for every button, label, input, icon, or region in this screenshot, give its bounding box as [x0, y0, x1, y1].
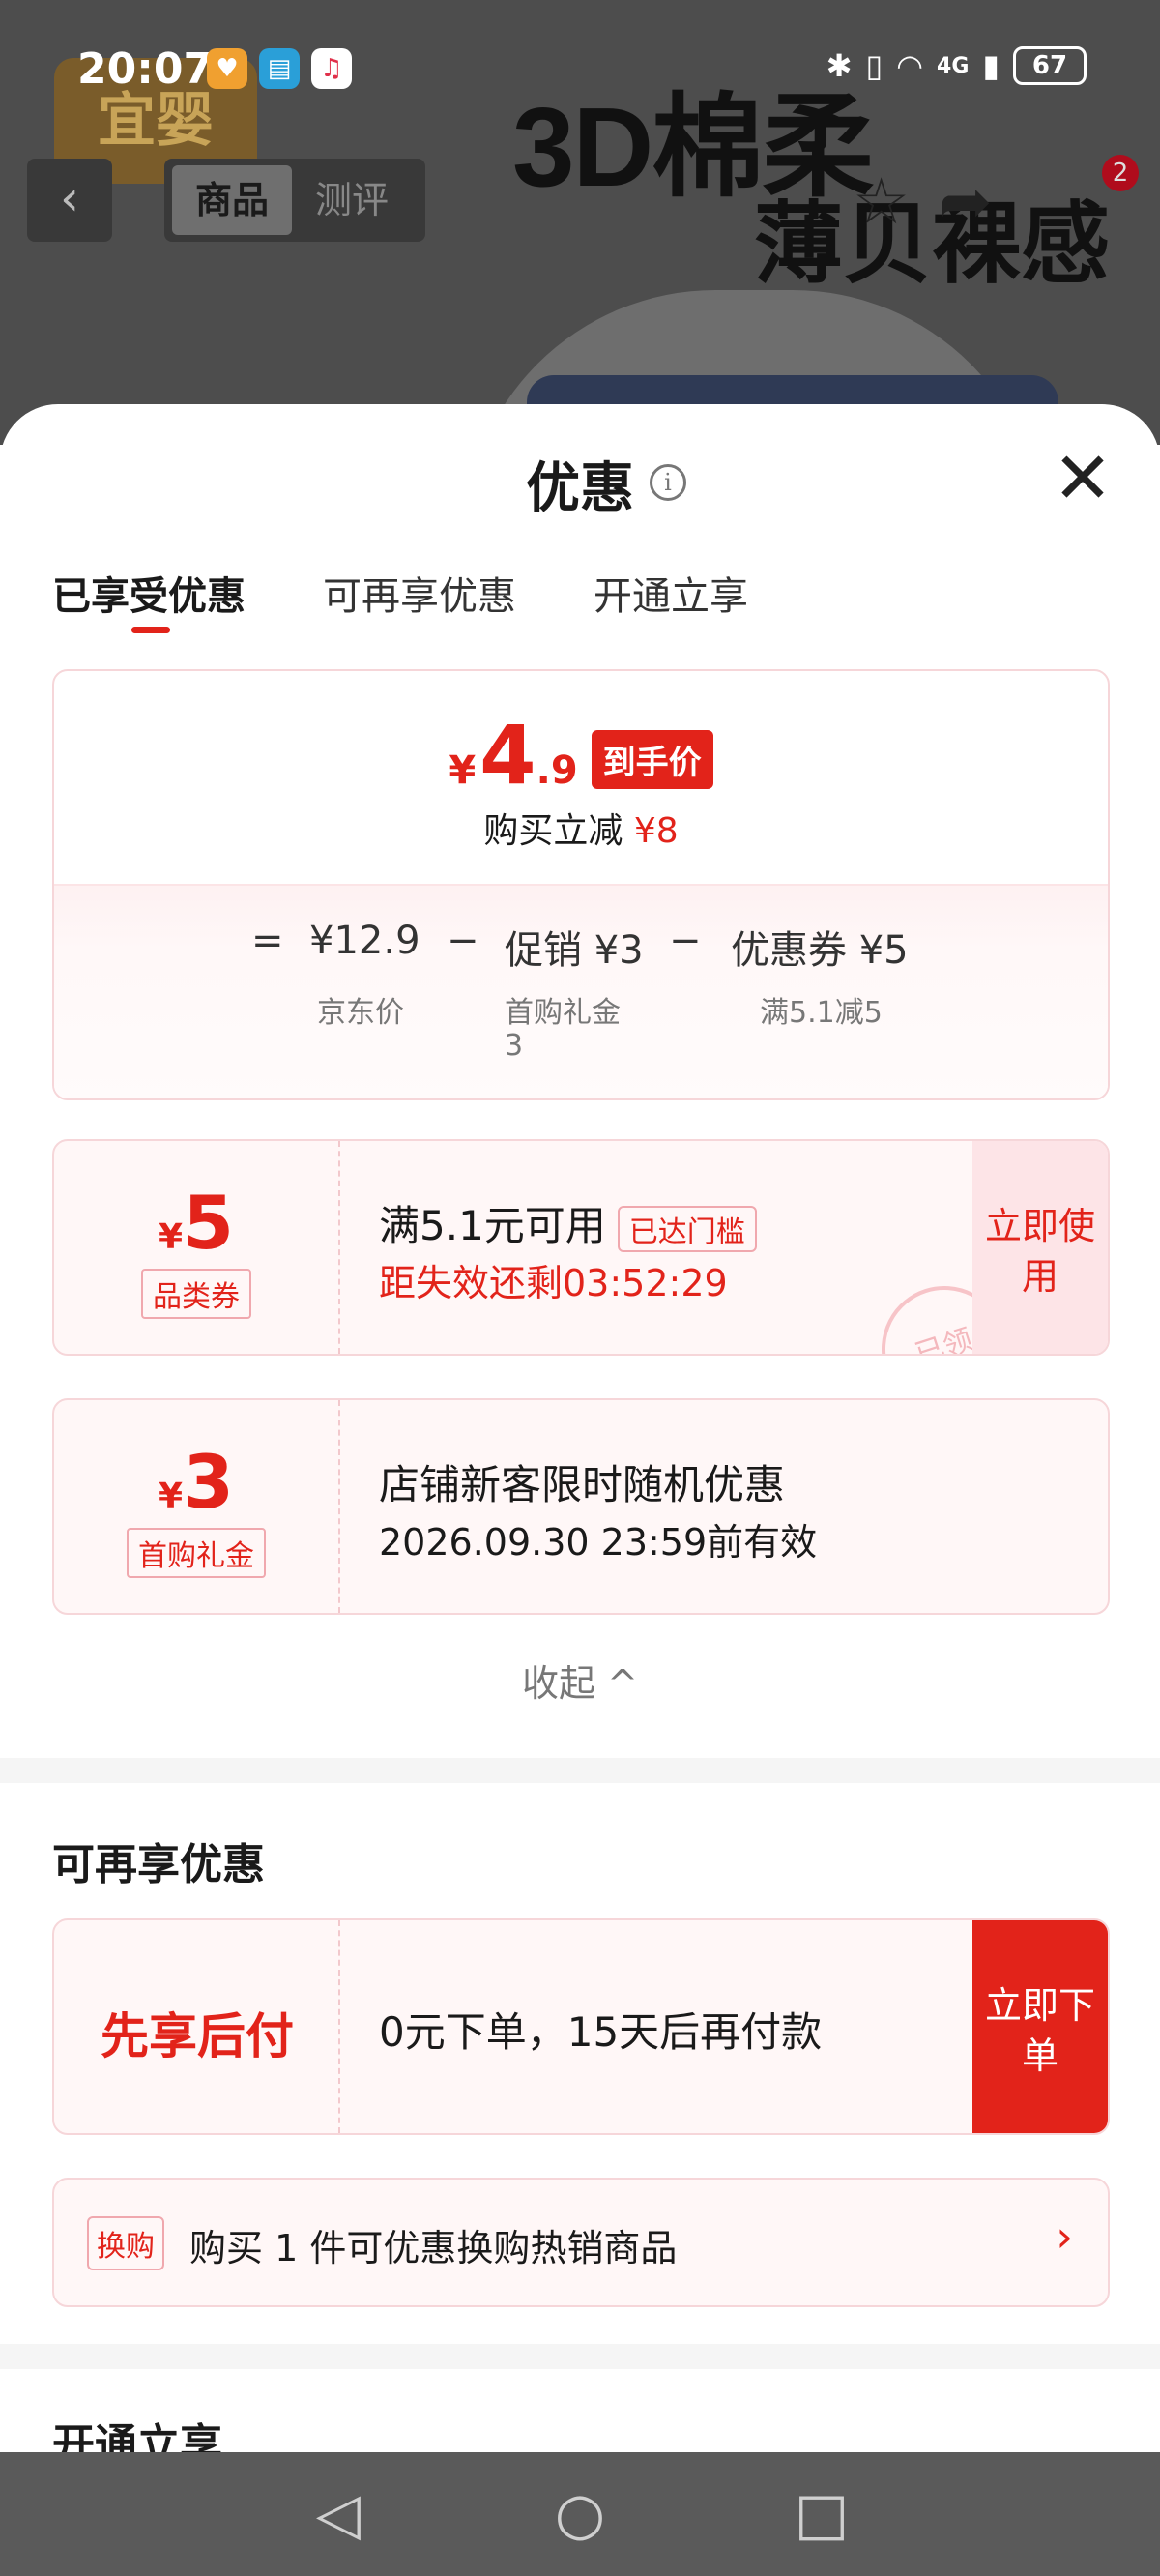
exchange-row[interactable]: 换购 购买 1 件可优惠换购热销商品 › [52, 2178, 1110, 2307]
discount-sheet: 优惠 i ✕ 已享受优惠 可再享优惠 开通立享 ¥ 4 .9 到手价 购买立减 … [0, 404, 1160, 2576]
nav-recent-button[interactable]: □ [783, 2480, 860, 2548]
info-icon[interactable]: i [650, 464, 686, 501]
coupon-label: 满5.1减5 [760, 996, 883, 1030]
cart-badge: 2 [1102, 155, 1139, 191]
network-type: 4G [937, 53, 970, 78]
sheet-title: 优惠 [526, 457, 634, 520]
nav-home-button[interactable]: ○ [541, 2480, 619, 2548]
gift-amount: ¥3 [54, 1439, 338, 1525]
coupon-condition: 满5.1元可用 已达门槛 [379, 1193, 757, 1252]
promo-deduction: 促销 ¥3 [505, 928, 644, 973]
status-right: ✱ ▯ ◠ 4G ▮ 67 [826, 46, 1087, 85]
signal-icon: ▮ [982, 47, 1000, 84]
reduce-label: 购买立减 [483, 811, 624, 851]
final-price: ¥ 4 .9 到手价 [54, 708, 1108, 803]
gift-type: 首购礼金 [127, 1528, 266, 1578]
final-price-tag: 到手价 [591, 730, 713, 789]
reduce-amount: ¥8 [633, 811, 679, 851]
exchange-text: 购买 1 件可优惠换购热销商品 [189, 2227, 678, 2269]
share-icon[interactable]: ➦ [939, 164, 992, 239]
gift-amount-value: 3 [183, 1439, 234, 1525]
status-time: 20:07 [77, 44, 214, 94]
close-button[interactable]: ✕ [1046, 443, 1119, 518]
threshold-reached-chip: 已达门槛 [617, 1205, 757, 1252]
price-summary: ¥ 4 .9 到手价 购买立减 ¥8 [54, 671, 1108, 884]
bnpl-description: 0元下单，15天后再付款 [379, 2008, 823, 2056]
tab-product[interactable]: 商品 [172, 165, 292, 235]
minus-sign: − [669, 919, 702, 963]
close-icon: ✕ [1052, 437, 1113, 520]
tab-open[interactable]: 开通立享 [594, 565, 748, 621]
music-app-icon: ♫ [311, 48, 352, 89]
exchange-tag: 换购 [87, 2216, 164, 2270]
section-divider [0, 1758, 1160, 1783]
price-decimal: .9 [536, 748, 578, 793]
book-app-icon: ▤ [259, 48, 300, 89]
nav-back-button[interactable]: ◁ [300, 2480, 377, 2548]
equals-sign: = [251, 919, 284, 963]
system-nav-bar: ◁ ○ □ [0, 2452, 1160, 2576]
gift-card: ¥3 首购礼金 店铺新客限时随机优惠 2026.09.30 23:59前有效 [52, 1398, 1110, 1615]
currency-symbol: ¥ [449, 748, 477, 793]
coupon-amount-value: 5 [183, 1180, 234, 1266]
gift-value: ¥3 首购礼金 [54, 1400, 340, 1613]
wifi-icon: ◠ [896, 47, 924, 84]
battery-indicator: 67 [1013, 46, 1087, 85]
coupon-deduction: 优惠券 ¥5 [731, 928, 909, 973]
gift-expiry: 2026.09.30 23:59前有效 [379, 1521, 818, 1564]
tab-more[interactable]: 可再享优惠 [323, 565, 516, 621]
reduce-line: 购买立减 ¥8 [54, 803, 1108, 853]
currency-symbol: ¥ [159, 1217, 184, 1257]
bluetooth-icon: ✱ [826, 47, 853, 84]
tab-enjoyed[interactable]: 已享受优惠 [52, 565, 246, 633]
top-actions: ☆ ➦ [853, 155, 1123, 248]
section-divider [0, 2344, 1160, 2369]
section-title-more: 可再享优惠 [52, 1840, 265, 1889]
currency-symbol: ¥ [159, 1477, 184, 1516]
bnpl-card: 先享后付 0元下单，15天后再付款 立即下单 [52, 1918, 1110, 2135]
order-now-button[interactable]: 立即下单 [972, 1920, 1108, 2133]
tab-review[interactable]: 测评 [292, 165, 412, 235]
coupon-countdown: 距失效还剩03:52:29 [379, 1262, 728, 1304]
price-integer: 4 [479, 708, 536, 803]
base-price: ¥12.9 [309, 919, 420, 963]
favorite-icon[interactable]: ☆ [853, 164, 910, 239]
chevron-left-icon: ‹ [60, 170, 79, 226]
gift-description: 店铺新客限时随机优惠 [379, 1461, 786, 1508]
discount-tabs: 已享受优惠 可再享优惠 开通立享 [52, 565, 748, 633]
top-tabs: 商品 测评 [164, 159, 425, 242]
price-breakdown: = ¥12.9 − 促销 ¥3 − 优惠券 ¥5 京东价 首购礼金 3 满5.1… [54, 884, 1108, 1098]
back-button[interactable]: ‹ [27, 159, 112, 242]
price-card: ¥ 4 .9 到手价 购买立减 ¥8 = ¥12.9 − 促销 ¥3 − 优惠券… [52, 669, 1110, 1100]
use-coupon-button[interactable]: 立即使用 [972, 1141, 1108, 1354]
promo-value: 3 [505, 1029, 524, 1063]
chevron-right-icon: › [1056, 2212, 1073, 2262]
bnpl-left: 先享后付 [54, 1920, 340, 2133]
base-price-label: 京东价 [317, 996, 404, 1030]
promo-label: 首购礼金 [505, 996, 621, 1030]
vibrate-icon: ▯ [865, 47, 884, 84]
coupon-type: 品类券 [141, 1269, 251, 1319]
coupon-card[interactable]: ¥5 品类券 满5.1元可用 已达门槛 距失效还剩03:52:29 已领 立即使用 [52, 1139, 1110, 1356]
minus-sign: − [447, 919, 479, 963]
collapse-button[interactable]: 收起 ^ [0, 1654, 1160, 1707]
coupon-value: ¥5 品类券 [54, 1141, 340, 1354]
heart-app-icon: ♥ [207, 48, 247, 89]
bnpl-label: 先享后付 [101, 2008, 294, 2064]
coupon-amount: ¥5 [54, 1180, 338, 1266]
status-bar: 20:07 ♥ ▤ ♫ ✱ ▯ ◠ 4G ▮ 67 [0, 43, 1160, 101]
coupon-condition-text: 满5.1元可用 [379, 1202, 606, 1249]
